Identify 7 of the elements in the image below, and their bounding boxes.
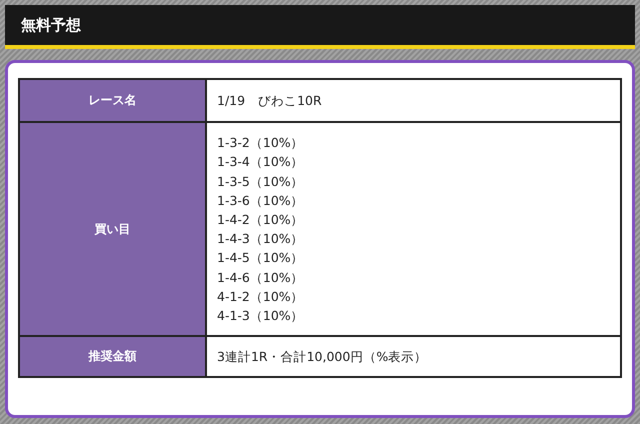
table-cell: 3連計1R・合計10,000円（%表示） [206, 336, 621, 378]
table-cell: 1-3-2（10%） 1-3-4（10%） 1-3-5（10%） 1-3-6（10%） 1-4-2（10%） 1-4-3（10%） 1-4-5（10%） 1-4-6（10%） 4-1-2（10%） 4-1-3（10%） [206, 122, 621, 336]
row-label: 買い目 [19, 122, 206, 336]
row-label: レース名 [19, 79, 206, 122]
table-cell: 1/19 びわこ10R [206, 79, 621, 122]
row-label: 推奨金額 [19, 336, 206, 378]
page-title: 無料予想 [21, 16, 81, 34]
